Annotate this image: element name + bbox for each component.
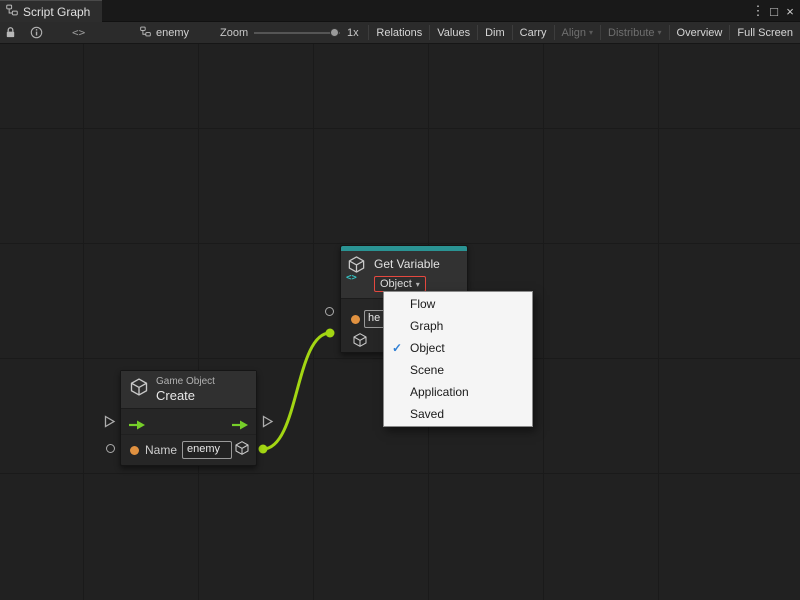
kind-dropdown-menu: Flow Graph ✓Object Scene Application Sav… [383,291,533,427]
menu-item-graph[interactable]: Graph [384,315,532,337]
lock-icon[interactable] [4,22,17,43]
create-node-header: Game Object Create [121,371,256,409]
align-button: Align▾ [555,22,600,43]
menu-item-saved[interactable]: Saved [384,403,532,425]
game-object-output-cube-icon [234,440,250,461]
chevron-down-icon: ▾ [658,28,662,37]
graph-toolbar: <> enemy Zoom 1x Relations Values Dim Ca… [0,22,800,44]
graph-crumb-icon [140,24,151,42]
variable-kind-dropdown[interactable]: Object ▾ [374,276,426,292]
variable-code-icon: <> [346,273,357,283]
chevron-down-icon: ▾ [416,280,420,289]
zoom-value: 1x [347,22,359,43]
info-icon[interactable] [30,22,43,43]
script-graph-icon [6,3,18,21]
distribute-button: Distribute▾ [601,22,668,43]
maximize-button[interactable]: □ [766,4,782,19]
string-port-dot [351,315,360,324]
zoom-slider-track[interactable] [254,32,340,34]
name-label: Name [145,443,177,457]
node-title: Get Variable [374,257,440,271]
name-input-row: Name enemy [121,435,256,465]
name-value-port[interactable] [106,444,115,453]
graph-canvas[interactable]: <> Get Variable Object ▾ he [0,44,800,600]
menu-item-object[interactable]: ✓Object [384,337,532,359]
menu-item-application[interactable]: Application [384,381,532,403]
object-output-cube-icon [352,332,368,353]
flow-out-port[interactable] [262,415,274,433]
window-menu-button[interactable]: ⋮ [750,3,766,19]
string-port-dot [130,446,139,455]
code-view-icon[interactable]: <> [72,22,85,43]
flow-in-port[interactable] [104,415,116,433]
game-object-cube-icon [129,377,149,402]
flow-in-arrow-icon [128,417,146,435]
overview-button[interactable]: Overview [670,22,730,43]
tab-title: Script Graph [23,5,90,19]
name-input[interactable]: enemy [182,441,232,459]
flow-ports-row [121,409,256,435]
window-controls: ⋮ □ × [750,0,798,22]
full-screen-button[interactable]: Full Screen [730,22,800,43]
tab-script-graph[interactable]: Script Graph [0,0,102,22]
graph-name: enemy [156,27,189,39]
graph-breadcrumb[interactable]: enemy [140,22,189,43]
menu-item-flow[interactable]: Flow [384,293,532,315]
zoom-slider-handle[interactable] [330,28,339,37]
chevron-down-icon: ▾ [589,28,593,37]
node-subtitle: Game Object [156,376,215,387]
relations-button[interactable]: Relations [369,22,429,43]
zoom-label: Zoom [220,22,248,43]
dim-button[interactable]: Dim [478,22,512,43]
script-graph-window: Script Graph ⋮ □ × <> enemy Zoom 1x Rela… [0,0,800,600]
flow-out-arrow-icon [231,417,249,435]
close-button[interactable]: × [782,4,798,19]
menu-item-scene[interactable]: Scene [384,359,532,381]
game-object-create-node[interactable]: Game Object Create Name enemy [120,370,257,466]
node-title: Create [156,388,215,403]
get-variable-cube-icon: <> [347,255,369,281]
titlebar: Script Graph ⋮ □ × [0,0,800,22]
check-icon: ✓ [384,341,410,355]
toolbar-buttons: Relations Values Dim Carry Align▾ Distri… [368,22,800,43]
values-button[interactable]: Values [430,22,477,43]
carry-button[interactable]: Carry [513,22,554,43]
get-variable-name-port[interactable] [325,307,334,316]
